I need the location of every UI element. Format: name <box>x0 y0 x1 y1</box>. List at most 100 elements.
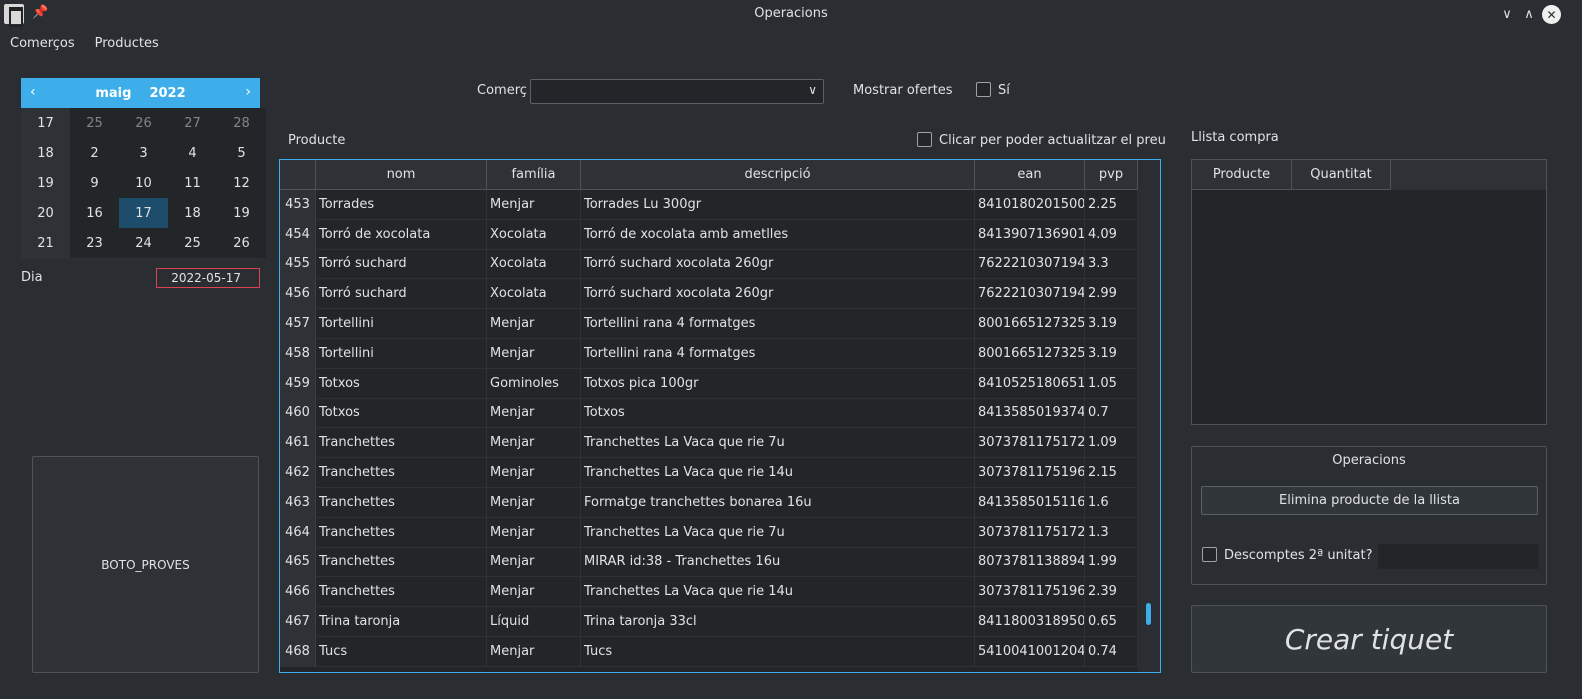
table-row[interactable]: 457 Tortellini Menjar Tortellini rana 4 for… <box>280 309 1138 339</box>
cell-nom[interactable]: Torró de xocolata <box>316 219 487 249</box>
cell-pvp[interactable]: 0.65 <box>1085 607 1138 636</box>
cell-familia[interactable]: Menjar <box>487 398 581 428</box>
boto-proves-button[interactable]: BOTO_PROVES <box>32 456 259 673</box>
row-number[interactable]: 453 <box>280 190 316 219</box>
cell-pvp[interactable]: 4.09 <box>1085 219 1138 249</box>
cell-descripcio[interactable]: MIRAR id:38 - Tranchettes 16u <box>581 547 975 577</box>
column-header-familia[interactable]: família <box>487 160 581 190</box>
calendar-day[interactable]: 5 <box>217 138 266 168</box>
table-row[interactable]: 462 Tranchettes Menjar Tranchettes La Vaca … <box>280 458 1138 488</box>
cell-ean[interactable]: 8413585015116 <box>975 487 1085 517</box>
cell-familia[interactable]: Menjar <box>487 190 581 219</box>
cell-ean[interactable]: 8001665127325 <box>975 338 1085 368</box>
cell-familia[interactable]: Xocolata <box>487 249 581 279</box>
cell-ean[interactable]: 8411800318950 <box>975 607 1085 636</box>
table-row[interactable]: 465 Tranchettes Menjar MIRAR id:38 - Tranch… <box>280 547 1138 578</box>
cell-pvp[interactable]: 2.15 <box>1085 458 1138 487</box>
cell-descripcio[interactable]: Tortellini rana 4 formatges <box>581 338 975 368</box>
table-row[interactable]: 459 Totxos Gominoles Totxos pica 100gr 84105… <box>280 368 1138 399</box>
cell-pvp[interactable]: 1.6 <box>1085 487 1138 517</box>
column-header-producte[interactable]: Producte <box>1192 160 1292 190</box>
row-number[interactable]: 456 <box>280 279 316 309</box>
cell-ean[interactable]: 8410180201500 <box>975 190 1085 219</box>
cell-ean[interactable]: 8001665127325 <box>975 309 1085 338</box>
cell-descripcio[interactable]: Tranchettes La Vaca que rie 14u <box>581 458 975 487</box>
cell-pvp[interactable]: 1.05 <box>1085 368 1138 398</box>
cell-nom[interactable]: Torró suchard <box>316 279 487 309</box>
calendar-day[interactable]: 18 <box>168 198 217 228</box>
cell-familia[interactable]: Menjar <box>487 458 581 487</box>
cell-familia[interactable]: Líquid <box>487 607 581 636</box>
minimize-icon[interactable]: ∨ <box>1497 4 1517 24</box>
cell-nom[interactable]: Tranchettes <box>316 547 487 577</box>
table-row[interactable]: 460 Totxos Menjar Totxos 8413585019374 0.7 <box>280 398 1138 429</box>
cell-ean[interactable]: 3073781175196 <box>975 458 1085 487</box>
cell-familia[interactable]: Menjar <box>487 517 581 547</box>
cell-descripcio[interactable]: Torró suchard xocolata 260gr <box>581 249 975 279</box>
cell-descripcio[interactable]: Totxos pica 100gr <box>581 368 975 398</box>
descomptes-checkbox[interactable] <box>1202 547 1217 562</box>
cell-pvp[interactable]: 3.19 <box>1085 338 1138 368</box>
column-header-quantitat[interactable]: Quantitat <box>1292 160 1391 190</box>
row-number[interactable]: 464 <box>280 517 316 547</box>
row-number[interactable]: 463 <box>280 487 316 517</box>
cell-ean[interactable]: 8413907136901 <box>975 219 1085 249</box>
cell-ean[interactable]: 8413585019374 <box>975 398 1085 428</box>
calendar-day[interactable]: 25 <box>168 228 217 258</box>
row-number[interactable]: 458 <box>280 338 316 368</box>
cell-nom[interactable]: Tranchettes <box>316 577 487 607</box>
cell-descripcio[interactable]: Tranchettes La Vaca que rie 14u <box>581 577 975 607</box>
cell-ean[interactable]: 7622210307194 <box>975 249 1085 279</box>
row-number[interactable]: 459 <box>280 368 316 398</box>
cell-descripcio[interactable]: Tranchettes La Vaca que rie 7u <box>581 428 975 458</box>
cell-familia[interactable]: Xocolata <box>487 279 581 309</box>
descomptes-field[interactable] <box>1378 544 1539 569</box>
menu-productes[interactable]: Productes <box>85 30 169 58</box>
maximize-icon[interactable]: ∧ <box>1519 4 1539 24</box>
crear-tiquet-button[interactable]: Crear tiquet <box>1191 605 1547 673</box>
cell-ean[interactable]: 7622210307194 <box>975 279 1085 309</box>
table-row[interactable]: 454 Torró de xocolata Xocolata Torró de xoc… <box>280 219 1138 250</box>
close-icon[interactable]: ✕ <box>1542 5 1561 24</box>
cell-pvp[interactable]: 0.7 <box>1085 398 1138 428</box>
cell-pvp[interactable]: 3.3 <box>1085 249 1138 279</box>
cell-nom[interactable]: Tucs <box>316 636 487 666</box>
cell-ean[interactable]: 3073781175196 <box>975 577 1085 607</box>
next-month-icon[interactable]: › <box>245 84 251 100</box>
calendar-day[interactable]: 2 <box>70 138 119 168</box>
row-number[interactable]: 465 <box>280 547 316 577</box>
cell-ean[interactable]: 3073781175172 <box>975 428 1085 458</box>
elimina-producte-button[interactable]: Elimina producte de la llista <box>1201 486 1538 515</box>
table-row[interactable]: 468 Tucs Menjar Tucs 5410041001204 0.74 <box>280 636 1138 667</box>
calendar-day[interactable]: 28 <box>217 108 266 138</box>
calendar-day[interactable]: 19 <box>217 198 266 228</box>
cell-nom[interactable]: Tranchettes <box>316 428 487 458</box>
cell-pvp[interactable]: 1.09 <box>1085 428 1138 458</box>
cell-familia[interactable]: Menjar <box>487 338 581 368</box>
cell-pvp[interactable]: 2.99 <box>1085 279 1138 309</box>
cell-pvp[interactable]: 1.99 <box>1085 547 1138 577</box>
cell-nom[interactable]: Totxos <box>316 398 487 428</box>
cell-nom[interactable]: Tranchettes <box>316 517 487 547</box>
prev-month-icon[interactable]: ‹ <box>30 84 36 100</box>
row-number[interactable]: 460 <box>280 398 316 428</box>
comerc-combo[interactable]: ∨ <box>530 79 824 104</box>
table-row[interactable]: 463 Tranchettes Menjar Formatge tranchettes… <box>280 487 1138 518</box>
cell-ean[interactable]: 8410525180651 <box>975 368 1085 398</box>
cell-pvp[interactable]: 0.74 <box>1085 636 1138 666</box>
row-number[interactable]: 461 <box>280 428 316 458</box>
cell-familia[interactable]: Menjar <box>487 487 581 517</box>
calendar-day[interactable]: 4 <box>168 138 217 168</box>
llista-compra-table[interactable]: Producte Quantitat <box>1191 159 1547 425</box>
table-row[interactable]: 467 Trina taronja Líquid Trina taronja 33cl… <box>280 607 1138 637</box>
row-number[interactable]: 466 <box>280 577 316 607</box>
cell-familia[interactable]: Menjar <box>487 636 581 666</box>
calendar-day[interactable]: 3 <box>119 138 168 168</box>
row-number[interactable]: 467 <box>280 607 316 636</box>
calendar-day[interactable]: 24 <box>119 228 168 258</box>
calendar-day[interactable]: 12 <box>217 168 266 198</box>
cell-ean[interactable]: 5410041001204 <box>975 636 1085 666</box>
cell-nom[interactable]: Torrades <box>316 190 487 219</box>
row-number[interactable]: 454 <box>280 219 316 249</box>
products-table[interactable]: nom família descripció ean pvp 453 Torrad… <box>279 159 1161 673</box>
